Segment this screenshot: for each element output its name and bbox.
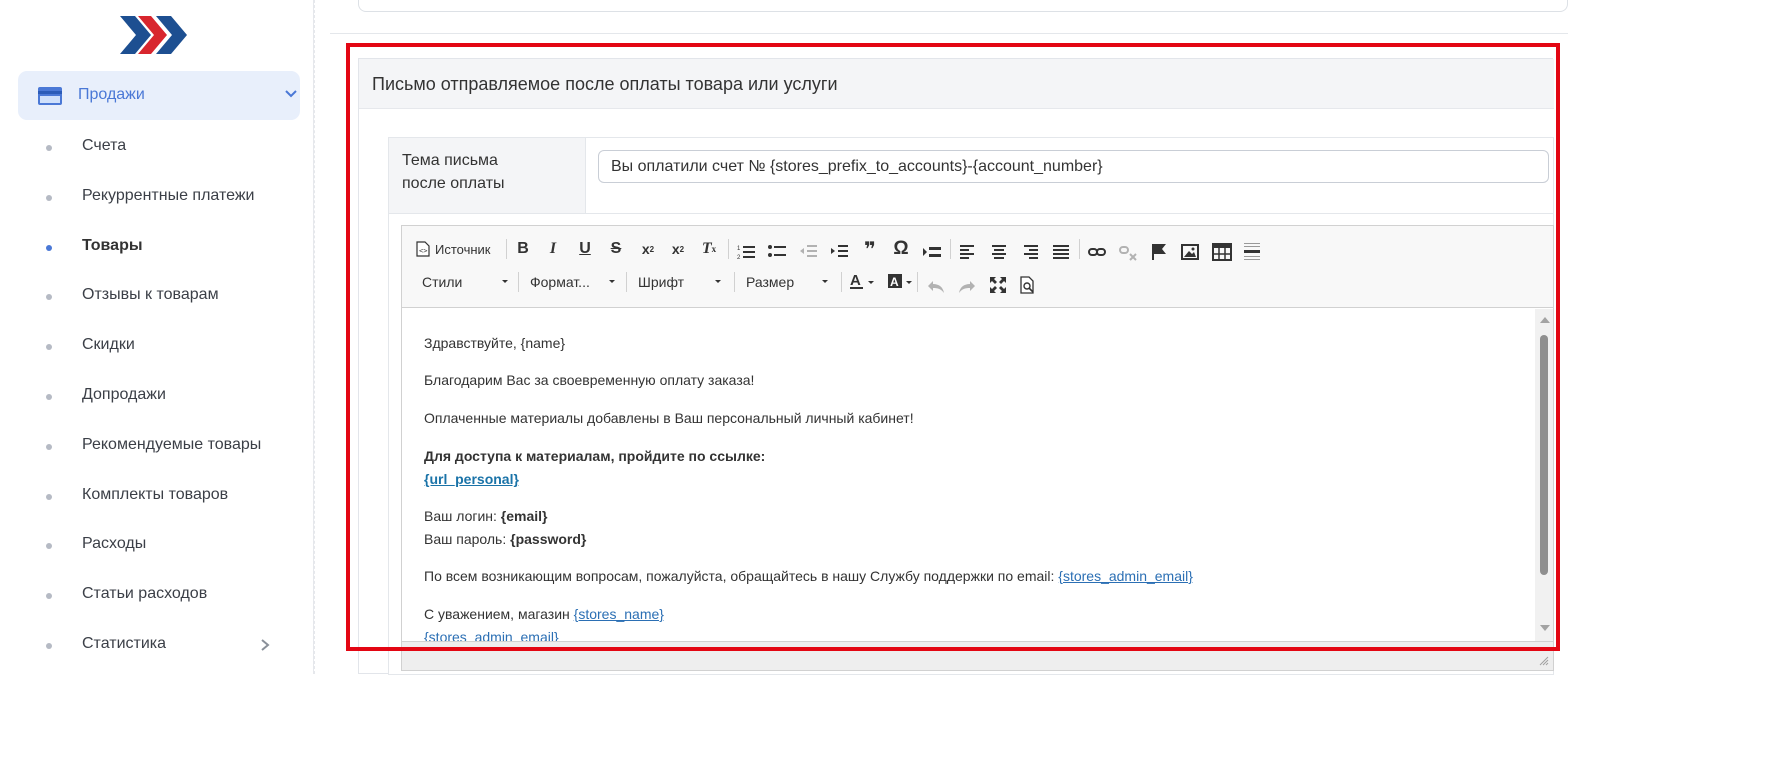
previous-card [358, 0, 1568, 12]
highlight-frame [346, 43, 1560, 651]
sidebar-item-label: Товары [82, 237, 143, 254]
divider [314, 0, 315, 674]
sidebar-item-label: Отзывы к товарам [82, 286, 219, 303]
sidebar-item-label: Счета [82, 137, 127, 154]
sidebar: Продажи Счета Рекуррентные платежи Товар… [0, 0, 314, 674]
sidebar-item-label: Рекуррентные платежи [82, 187, 255, 204]
sidebar-item-discounts[interactable]: Скидки [0, 326, 314, 366]
logo-icon[interactable] [118, 14, 190, 56]
sidebar-item-product-bundles[interactable]: Комплекты товаров [0, 476, 314, 516]
sidebar-item-label: Расходы [82, 535, 147, 552]
sidebar-item-recommended-products[interactable]: Рекомендуемые товары [0, 426, 314, 466]
bullet-icon [46, 344, 52, 350]
bullet-icon [46, 245, 52, 251]
sidebar-item-upsells[interactable]: Допродажи [0, 376, 314, 416]
chevron-right-icon[interactable] [259, 638, 271, 652]
sidebar-item-recurring-payments[interactable]: Рекуррентные платежи [0, 177, 314, 217]
sidebar-item-expenses[interactable]: Расходы [0, 525, 314, 565]
sidebar-item-label: Рекомендуемые товары [82, 436, 262, 453]
sidebar-item-label: Комплекты товаров [82, 486, 229, 503]
sidebar-item-label: Скидки [82, 336, 135, 353]
credit-card-icon [38, 87, 62, 105]
sidebar-item-label: Статьи расходов [82, 585, 208, 602]
sidebar-item-label: Статистика [82, 635, 167, 652]
sidebar-item-label: Допродажи [82, 386, 166, 403]
bullet-icon [46, 195, 52, 201]
divider [330, 33, 1568, 34]
bullet-icon [46, 543, 52, 549]
bullet-icon [46, 444, 52, 450]
sidebar-section-sales[interactable]: Продажи [18, 71, 300, 120]
bullet-icon [46, 145, 52, 151]
chevron-down-icon[interactable] [284, 87, 298, 101]
bullet-icon [46, 593, 52, 599]
bullet-icon [46, 294, 52, 300]
sidebar-section-label: Продажи [78, 86, 145, 103]
bullet-icon [46, 643, 52, 649]
bullet-icon [46, 494, 52, 500]
sidebar-item-statistics[interactable]: Статистика [0, 625, 314, 665]
sidebar-item-invoices[interactable]: Счета [0, 127, 314, 167]
bullet-icon [46, 394, 52, 400]
sidebar-item-product-reviews[interactable]: Отзывы к товарам [0, 276, 314, 316]
resize-handle-icon[interactable] [1539, 656, 1549, 666]
sidebar-item-expense-categories[interactable]: Статьи расходов [0, 575, 314, 615]
sidebar-item-products[interactable]: Товары [0, 227, 314, 267]
